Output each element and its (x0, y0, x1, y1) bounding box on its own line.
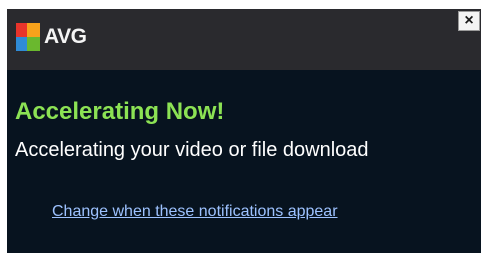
notification-popup: AVG × Accelerating Now! Accelerating you… (7, 9, 481, 253)
notification-title: Accelerating Now! (15, 98, 225, 125)
avg-logo: AVG (16, 23, 87, 51)
notification-settings-link[interactable]: Change when these notifications appear (52, 202, 338, 222)
notification-message: Accelerating your video or file download (15, 139, 369, 161)
popup-header: AVG × (7, 9, 481, 70)
brand-name: AVG (44, 25, 87, 48)
avg-logo-icon (16, 23, 40, 51)
close-button[interactable]: × (458, 11, 480, 31)
close-icon: × (464, 12, 474, 29)
